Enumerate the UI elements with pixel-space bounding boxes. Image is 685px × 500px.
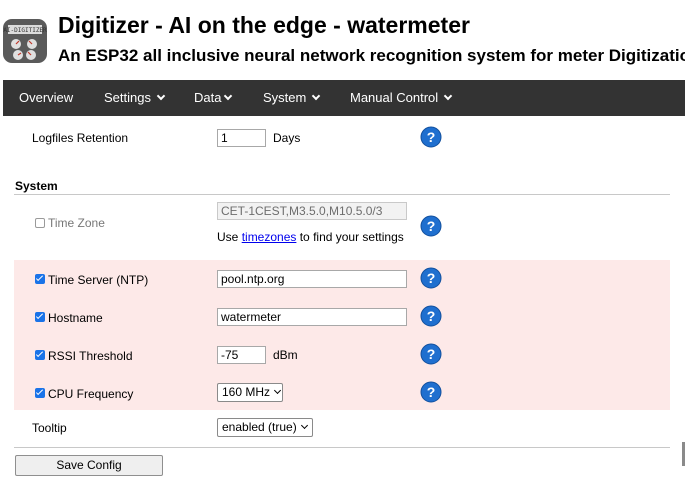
ntp-label: Time Server (NTP) [48,273,149,287]
main-navbar: Overview Settings Data System Manual Con… [3,80,685,116]
nav-overview[interactable]: Overview [19,80,73,116]
hostname-checkbox[interactable] [35,312,45,322]
timezone-input[interactable]: CET-1CEST,M3.5.0,M10.5.0/3 [217,202,407,220]
section-divider [14,194,670,195]
page-subtitle: An ESP32 all inclusive neural network re… [58,46,685,65]
nav-manual-control-label: Manual Control [350,90,439,105]
section-system-heading: System [15,179,58,193]
cpu-frequency-checkbox[interactable] [35,388,45,398]
nav-overview-label: Overview [19,90,74,105]
help-icon[interactable]: ? [420,126,442,148]
hostname-label: Hostname [48,311,103,325]
rssi-input[interactable]: -75 [217,346,266,364]
svg-text:?: ? [427,270,436,286]
chevron-down-icon [300,421,308,430]
nav-system[interactable]: System [263,80,321,116]
chevron-down-icon [312,91,321,101]
logo-text: AI-DIGITIZER [3,27,47,34]
help-icon[interactable]: ? [420,215,442,237]
nav-data[interactable]: Data [194,80,233,116]
svg-text:?: ? [427,129,436,145]
logfiles-retention-unit: Days [273,131,301,145]
hostname-input[interactable]: watermeter [217,308,407,326]
help-icon[interactable]: ? [420,343,442,365]
tooltip-value: enabled (true) [222,420,297,434]
footer-divider [14,447,670,448]
cpu-frequency-select[interactable]: 160 MHz [217,383,283,402]
help-icon[interactable]: ? [420,381,442,403]
svg-text:?: ? [427,308,436,324]
cpu-frequency-label: CPU Frequency [48,387,134,401]
help-icon[interactable]: ? [420,267,442,289]
timezone-hint-suffix: to find your settings [296,230,404,244]
save-config-button[interactable]: Save Config [15,455,163,476]
page-title: Digitizer - AI on the edge - watermeter [58,12,470,38]
timezones-link[interactable]: timezones [242,230,297,244]
logfiles-retention-label: Logfiles Retention [32,131,129,145]
timezone-hint-prefix: Use [217,230,242,244]
chevron-down-icon [273,386,282,395]
nav-settings-label: Settings [104,90,151,105]
nav-system-label: System [263,90,307,105]
rssi-unit: dBm [273,348,298,362]
timezone-checkbox[interactable] [35,218,45,228]
ntp-checkbox[interactable] [35,274,45,284]
nav-data-label: Data [194,90,222,105]
help-icon[interactable]: ? [420,305,442,327]
nav-settings[interactable]: Settings [104,80,166,116]
chevron-down-icon [156,91,166,101]
svg-text:?: ? [427,218,436,234]
nav-manual-control[interactable]: Manual Control [350,80,453,116]
tooltip-label: Tooltip [32,421,67,435]
ntp-input[interactable]: pool.ntp.org [217,270,407,288]
timezone-label: Time Zone [48,216,105,230]
cpu-frequency-value: 160 MHz [222,385,271,399]
tooltip-select[interactable]: enabled (true) [217,418,313,437]
rssi-checkbox[interactable] [35,350,45,360]
logfiles-retention-input[interactable]: 1 [217,129,266,147]
timezone-hint: Use timezones to find your settings [217,230,404,244]
chevron-down-icon [443,91,453,101]
svg-text:?: ? [427,346,436,362]
svg-text:?: ? [427,384,436,400]
chevron-down-icon [224,91,233,101]
rssi-label: RSSI Threshold [48,349,133,363]
app-logo: AI-DIGITIZER [3,19,47,63]
